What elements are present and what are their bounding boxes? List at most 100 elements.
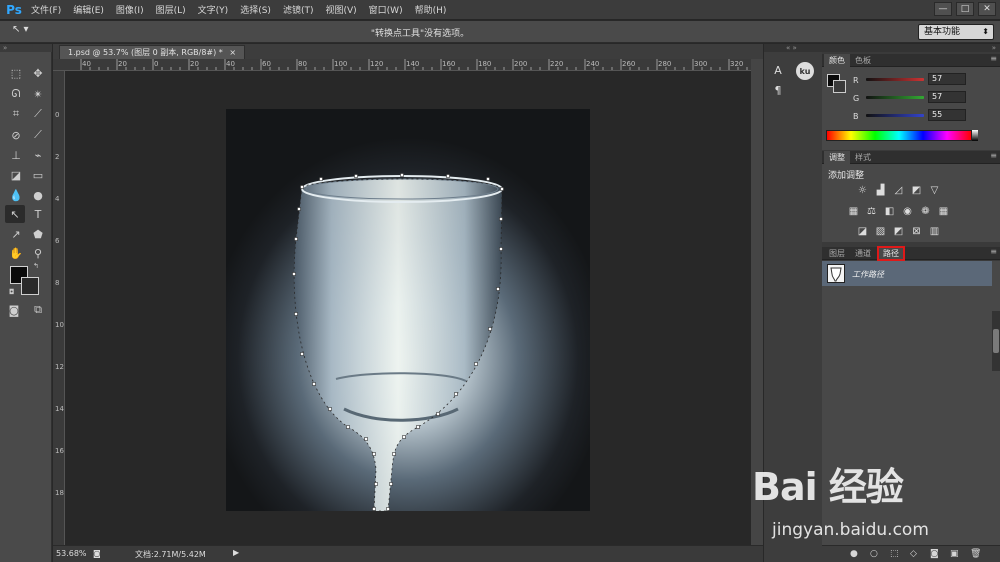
canvas-area[interactable] xyxy=(65,71,751,545)
quick-mask-icon[interactable]: ◙ xyxy=(4,301,24,319)
panel-collapse-icon[interactable]: » xyxy=(822,44,1000,52)
tab-adjustments[interactable]: 调整 xyxy=(824,151,850,164)
menu-window[interactable]: 窗口(W) xyxy=(363,3,409,16)
make-work-path-icon[interactable]: ◇ xyxy=(910,549,917,559)
kuler-panel-icon[interactable]: ku xyxy=(796,62,814,80)
eyedropper-icon[interactable]: ⟋ xyxy=(28,105,48,123)
green-input[interactable]: 57 xyxy=(928,91,966,103)
path-anchor-point[interactable] xyxy=(486,177,490,181)
color-bg-swatch[interactable] xyxy=(833,80,846,93)
dodge-tool-icon[interactable]: ● xyxy=(28,186,48,204)
path-anchor-point[interactable] xyxy=(392,452,396,456)
path-anchor-point[interactable] xyxy=(294,237,298,241)
trash-icon[interactable]: 🗑 xyxy=(970,549,981,559)
background-color-swatch[interactable] xyxy=(21,277,39,295)
path-anchor-point[interactable] xyxy=(364,437,368,441)
type-tool-icon[interactable]: T xyxy=(28,205,48,223)
blue-slider[interactable] xyxy=(866,114,924,117)
path-anchor-point[interactable] xyxy=(374,482,378,486)
menu-help[interactable]: 帮助(H) xyxy=(409,3,453,16)
stroke-path-icon[interactable]: ○ xyxy=(870,549,878,559)
history-brush-icon[interactable]: ⌁ xyxy=(28,146,48,164)
menu-type[interactable]: 文字(Y) xyxy=(192,3,235,16)
path-anchor-point[interactable] xyxy=(300,352,304,356)
path-anchor-point[interactable] xyxy=(400,173,404,177)
path-anchor-point[interactable] xyxy=(488,327,492,331)
path-anchor-point[interactable] xyxy=(499,217,503,221)
direct-select-icon[interactable]: ↗ xyxy=(6,225,26,243)
marquee-tool-icon[interactable]: ⬚ xyxy=(6,64,26,82)
path-anchor-point[interactable] xyxy=(328,407,332,411)
path-anchor-point[interactable] xyxy=(389,482,393,486)
tab-channels[interactable]: 通道 xyxy=(850,247,876,260)
lasso-tool-icon[interactable]: ᘏ xyxy=(6,85,26,103)
path-anchor-point[interactable] xyxy=(416,425,420,429)
path-anchor-point[interactable] xyxy=(312,382,316,386)
path-anchor-point[interactable] xyxy=(474,362,478,366)
path-anchor-point[interactable] xyxy=(300,185,304,189)
selective-color-icon[interactable]: ⊠ xyxy=(910,226,923,237)
blue-input[interactable]: 55 xyxy=(928,109,966,121)
gradient-tool-icon[interactable]: ▭ xyxy=(28,166,48,184)
posterize-icon[interactable]: ▨ xyxy=(874,226,887,237)
grayscale-ramp[interactable] xyxy=(972,130,978,141)
clone-stamp-icon[interactable]: ⊥ xyxy=(6,146,26,164)
tab-swatches[interactable]: 色板 xyxy=(850,54,876,67)
zoom-tool-icon[interactable]: ⚲ xyxy=(28,244,48,262)
menu-filter[interactable]: 滤镜(T) xyxy=(277,3,320,16)
zoom-level[interactable]: 53.68% xyxy=(56,549,87,558)
path-anchor-point[interactable] xyxy=(346,425,350,429)
green-slider[interactable] xyxy=(866,96,924,99)
menu-view[interactable]: 视图(V) xyxy=(319,3,362,16)
color-spectrum[interactable] xyxy=(826,130,972,141)
invert-icon[interactable]: ◪ xyxy=(856,226,869,237)
close-button[interactable]: ✕ xyxy=(978,2,996,16)
minimize-button[interactable]: — xyxy=(934,2,952,16)
threshold-icon[interactable]: ◩ xyxy=(892,226,905,237)
workspace-select[interactable]: 基本功能 ⬍ xyxy=(918,24,994,40)
brush-tool-icon[interactable]: ⟋ xyxy=(28,126,48,144)
add-mask-icon[interactable]: ◙ xyxy=(930,549,939,559)
path-selection-icon[interactable]: ↖ xyxy=(5,205,25,223)
path-anchor-point[interactable] xyxy=(354,174,358,178)
black-white-icon[interactable]: ◧ xyxy=(883,206,896,217)
swap-colors-icon[interactable]: ↰ xyxy=(33,262,39,270)
dock-collapse-icon[interactable]: « » xyxy=(764,44,822,52)
status-info-icon[interactable]: ◙ xyxy=(93,549,101,558)
screen-mode-icon[interactable]: ⧉ xyxy=(28,301,48,319)
move-tool-icon[interactable]: ✥ xyxy=(28,64,48,82)
fill-path-icon[interactable]: ● xyxy=(850,549,858,559)
new-path-icon[interactable]: ▣ xyxy=(950,549,959,559)
path-anchor-point[interactable] xyxy=(297,207,301,211)
menu-select[interactable]: 选择(S) xyxy=(234,3,277,16)
hue-saturation-icon[interactable]: ▦ xyxy=(847,206,860,217)
tab-color[interactable]: 颜色 xyxy=(824,54,850,67)
path-anchor-point[interactable] xyxy=(496,287,500,291)
tab-paths[interactable]: 路径 xyxy=(877,246,905,261)
color-balance-icon[interactable]: ⚖ xyxy=(865,206,878,217)
path-anchor-point[interactable] xyxy=(294,312,298,316)
paragraph-panel-icon[interactable]: ¶ xyxy=(770,82,786,98)
tab-layers[interactable]: 图层 xyxy=(824,247,850,260)
photo-filter-icon[interactable]: ◉ xyxy=(901,206,914,217)
path-anchor-point[interactable] xyxy=(500,187,504,191)
red-slider[interactable] xyxy=(866,78,924,81)
path-anchor-point[interactable] xyxy=(292,272,296,276)
panel-menu-icon[interactable]: ≡ xyxy=(990,247,997,256)
path-anchor-point[interactable] xyxy=(386,507,390,511)
blur-tool-icon[interactable]: 💧 xyxy=(6,186,26,204)
gradient-map-icon[interactable]: ▥ xyxy=(928,226,941,237)
brightness-icon[interactable]: ☼ xyxy=(856,185,869,196)
tab-styles[interactable]: 样式 xyxy=(850,151,876,164)
path-row-work-path[interactable]: 工作路径 xyxy=(822,261,992,286)
status-menu-arrow-icon[interactable]: ▶ xyxy=(233,548,239,557)
menu-image[interactable]: 图像(I) xyxy=(110,3,150,16)
default-colors-icon[interactable]: ◘ xyxy=(9,288,15,296)
red-input[interactable]: 57 xyxy=(928,73,966,85)
magic-wand-icon[interactable]: ✴ xyxy=(28,85,48,103)
healing-brush-icon[interactable]: ⊘ xyxy=(6,126,26,144)
path-anchor-point[interactable] xyxy=(372,452,376,456)
path-anchor-point[interactable] xyxy=(454,392,458,396)
load-selection-icon[interactable]: ⬚ xyxy=(890,549,899,559)
menu-layer[interactable]: 图层(L) xyxy=(150,3,192,16)
